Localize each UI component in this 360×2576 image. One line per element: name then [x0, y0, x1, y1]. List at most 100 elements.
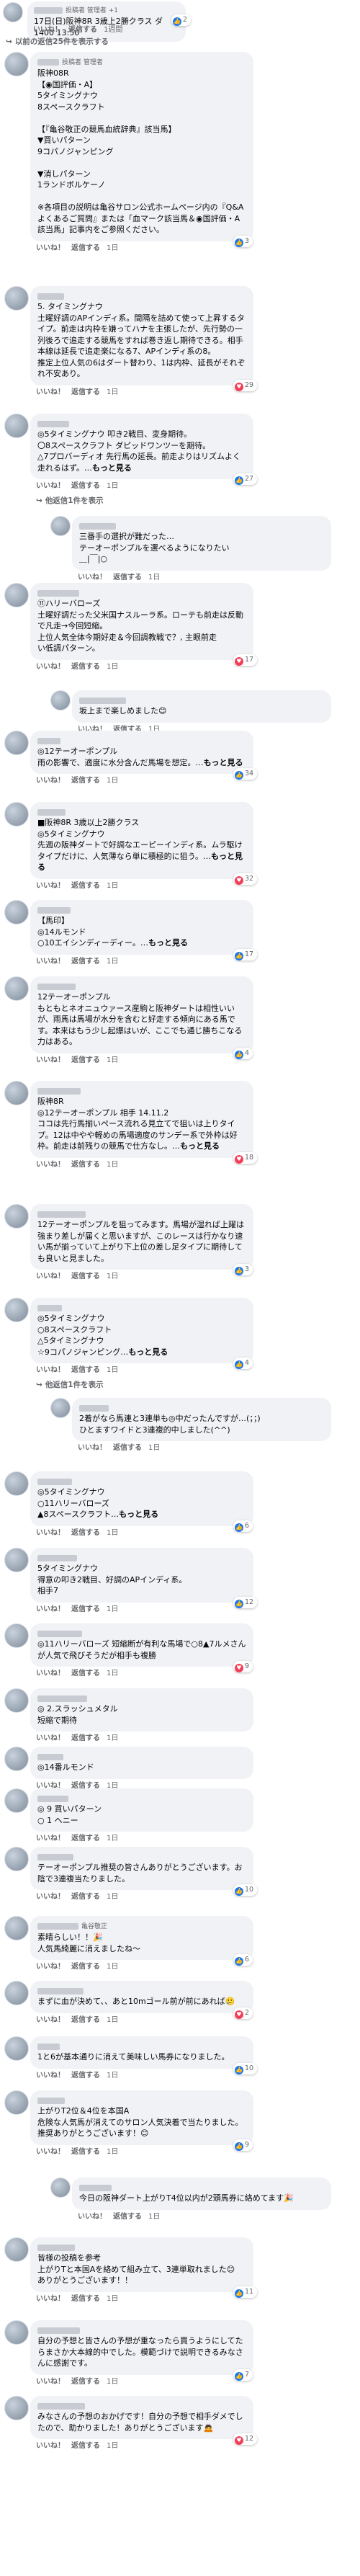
like-button[interactable]: いいね！ — [36, 1366, 65, 1374]
like-button[interactable]: いいね！ — [36, 1835, 65, 1842]
reply-button[interactable]: 返信する — [71, 1529, 100, 1537]
reaction-count[interactable]: ♥ 17 — [233, 654, 258, 666]
reaction-count[interactable]: ♥ 12 — [233, 2433, 258, 2445]
like-button[interactable]: いいね！ — [36, 1893, 65, 1901]
reaction-count[interactable]: 👍 7 — [233, 2369, 253, 2381]
reply-button[interactable]: 返信する — [71, 958, 100, 966]
avatar[interactable] — [4, 1623, 29, 1648]
avatar[interactable] — [4, 414, 29, 438]
reaction-count[interactable]: ♥ 9 — [233, 1661, 253, 1672]
avatar[interactable] — [4, 1081, 29, 1105]
see-more-link[interactable]: もっと見る — [92, 463, 132, 473]
reaction-count[interactable]: ♥ 2 — [233, 2007, 253, 2019]
see-more-link[interactable]: もっと見る — [180, 1141, 220, 1151]
reply-button[interactable]: 返信する — [71, 1366, 100, 1374]
reply-button[interactable]: 返信する — [71, 1056, 100, 1064]
commenter-name[interactable] — [79, 695, 324, 705]
like-button[interactable]: いいね！ — [78, 2213, 107, 2221]
reply-button[interactable]: 返信する — [71, 2295, 100, 2303]
avatar[interactable] — [4, 286, 29, 311]
like-button[interactable]: いいね！ — [36, 2016, 65, 2024]
avatar[interactable] — [4, 802, 29, 826]
avatar[interactable] — [4, 731, 29, 755]
view-replies-link[interactable]: ↪ 他返信1件を表示 — [36, 1379, 104, 1390]
avatar[interactable] — [4, 1298, 29, 1322]
avatar[interactable] — [3, 2, 23, 22]
commenter-name[interactable] — [37, 1852, 246, 1862]
reply-button[interactable]: 返信する — [71, 2016, 100, 2024]
like-button[interactable]: いいね！ — [36, 1734, 65, 1742]
like-button[interactable]: いいね！ — [36, 777, 65, 785]
like-button[interactable]: いいね！ — [36, 2148, 65, 2156]
avatar[interactable] — [4, 1847, 29, 1871]
commenter-name[interactable] — [37, 1303, 246, 1313]
see-more-link[interactable]: もっと見る — [148, 938, 188, 948]
reaction-count[interactable]: 👍 9 — [233, 2139, 253, 2151]
commenter-name[interactable] — [37, 1986, 246, 1996]
avatar[interactable] — [4, 1688, 29, 1713]
avatar[interactable] — [4, 2090, 29, 2115]
reaction-count[interactable]: 👍 27 — [233, 473, 258, 485]
like-button[interactable]: いいね！ — [36, 882, 65, 890]
commenter-name[interactable] — [37, 1628, 246, 1639]
commenter-name[interactable]: 投稿者 管理者 — [37, 57, 246, 68]
reply-button[interactable]: 返信する — [68, 26, 97, 34]
reply-button[interactable]: 返信する — [71, 663, 100, 671]
reaction-count[interactable]: 👍 3 — [233, 236, 253, 247]
like-button[interactable]: いいね！ — [36, 1605, 65, 1613]
commenter-name[interactable] — [79, 521, 324, 531]
avatar[interactable] — [4, 2396, 29, 2420]
like-button[interactable]: いいね！ — [36, 2295, 65, 2303]
reaction-count[interactable]: 👍 6 — [233, 1954, 253, 1966]
commenter-name[interactable] — [79, 1403, 324, 1413]
avatar[interactable] — [4, 1916, 29, 1940]
reply-button[interactable]: 返信する — [71, 1161, 100, 1169]
view-replies-link[interactable]: ↪ 他返信1件を表示 — [36, 495, 104, 506]
like-button[interactable]: いいね！ — [36, 1161, 65, 1169]
commenter-name[interactable] — [37, 588, 246, 598]
like-button[interactable]: いいね！ — [36, 958, 65, 966]
commenter-name[interactable] — [37, 807, 246, 817]
reply-button[interactable]: 返信する — [113, 2213, 142, 2221]
avatar[interactable] — [4, 583, 29, 607]
commenter-name[interactable] — [37, 1476, 246, 1487]
reply-button[interactable]: 返信する — [71, 1835, 100, 1842]
like-button[interactable]: いいね！ — [36, 1273, 65, 1280]
reaction-count[interactable]: 👍 3 — [233, 1264, 253, 1275]
like-button[interactable]: いいね！ — [36, 1529, 65, 1537]
avatar[interactable] — [4, 52, 29, 76]
avatar[interactable] — [4, 2237, 29, 2262]
like-button[interactable]: いいね！ — [33, 26, 62, 34]
commenter-name[interactable] — [37, 2401, 246, 2411]
see-more-link[interactable]: もっと見る — [204, 758, 243, 767]
avatar[interactable] — [4, 1788, 29, 1813]
commenter-name[interactable] — [37, 1693, 246, 1703]
reaction-count[interactable]: 👍 2 — [171, 14, 192, 26]
commenter-name[interactable] — [37, 2041, 246, 2051]
reaction-count[interactable]: 👍 10 — [233, 2063, 258, 2074]
reaction-count[interactable]: 👍 4 — [233, 1048, 253, 1059]
commenter-name[interactable] — [37, 1553, 246, 1563]
like-button[interactable]: いいね！ — [36, 663, 65, 671]
reply-button[interactable]: 返信する — [71, 388, 100, 396]
like-button[interactable]: いいね！ — [36, 1056, 65, 1064]
avatar[interactable] — [50, 690, 71, 710]
reply-button[interactable]: 返信する — [71, 2378, 100, 2386]
reaction-count[interactable]: 👍 10 — [233, 1884, 258, 1896]
commenter-name[interactable] — [37, 905, 246, 915]
reply-button[interactable]: 返信する — [113, 1444, 142, 1452]
reply-button[interactable]: 返信する — [71, 1273, 100, 1280]
commenter-name[interactable] — [37, 1752, 246, 1762]
reply-button[interactable]: 返信する — [71, 1893, 100, 1901]
see-more-link[interactable]: もっと見る — [37, 852, 243, 873]
reply-button[interactable]: 返信する — [71, 1734, 100, 1742]
commenter-name[interactable] — [37, 981, 246, 991]
like-button[interactable]: いいね！ — [36, 2072, 65, 2080]
reaction-count[interactable]: 👍 4 — [233, 1358, 253, 1369]
reply-button[interactable]: 返信する — [71, 482, 100, 490]
avatar[interactable] — [4, 1204, 29, 1229]
avatar[interactable] — [50, 2178, 71, 2198]
commenter-name[interactable] — [37, 2325, 246, 2335]
avatar[interactable] — [4, 2036, 29, 2061]
see-more-link[interactable]: もっと見る — [119, 1510, 158, 1519]
